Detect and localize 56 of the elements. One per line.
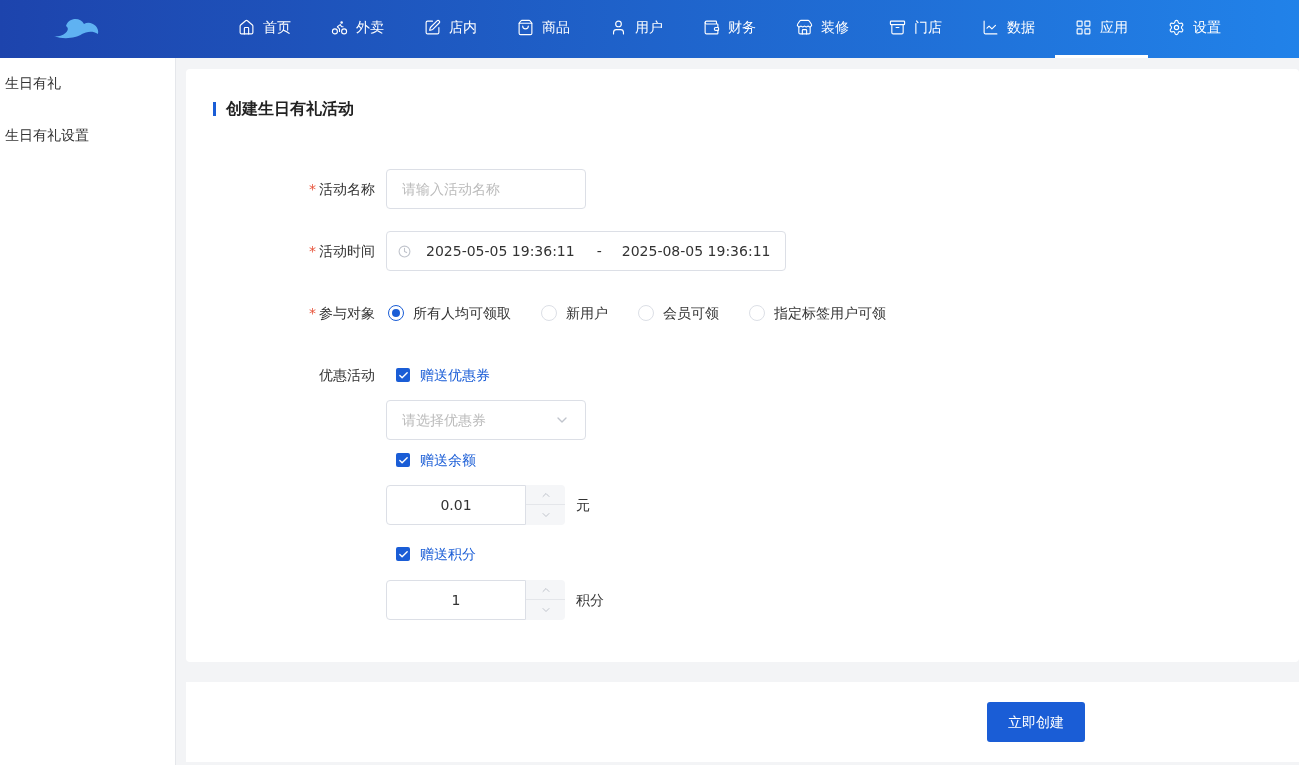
sidebar-item[interactable]: 生日有礼 bbox=[0, 73, 175, 125]
nav-tab[interactable]: 装修 bbox=[776, 0, 869, 58]
user-icon bbox=[610, 19, 627, 36]
pen-square-icon bbox=[424, 19, 441, 36]
house-icon bbox=[238, 19, 255, 36]
number-input[interactable]: 1 bbox=[386, 580, 526, 620]
required-mark: * bbox=[309, 303, 316, 323]
checkbox[interactable] bbox=[396, 547, 410, 561]
line-chart-icon bbox=[982, 19, 999, 36]
required-mark: * bbox=[309, 179, 316, 199]
settings-icon bbox=[1168, 19, 1185, 36]
radio-label: 指定标签用户可领 bbox=[774, 303, 886, 323]
title-accent-bar bbox=[213, 102, 216, 116]
unit-label: 元 bbox=[576, 495, 590, 515]
nav-tab[interactable]: 商品 bbox=[497, 0, 590, 58]
checkbox-label: 赠送余额 bbox=[420, 450, 476, 470]
nav-tab[interactable]: 设置 bbox=[1148, 0, 1241, 58]
start-date: 2025-05-05 19:36:11 bbox=[426, 241, 575, 261]
checkbox[interactable] bbox=[396, 368, 410, 382]
input-field[interactable]: 请输入活动名称 bbox=[386, 169, 586, 209]
field-label: 参与对象 bbox=[319, 303, 375, 323]
storefront-icon bbox=[796, 19, 813, 36]
wallet-icon bbox=[703, 19, 720, 36]
radio-label: 所有人均可领取 bbox=[413, 303, 511, 323]
create-button[interactable]: 立即创建 bbox=[987, 702, 1085, 742]
nav-tab[interactable]: 门店 bbox=[869, 0, 962, 58]
clock-icon bbox=[398, 244, 411, 258]
radio-button[interactable] bbox=[388, 305, 404, 321]
number-input[interactable]: 0.01 bbox=[386, 485, 526, 525]
checkbox-label: 赠送积分 bbox=[420, 544, 476, 564]
nav-tab[interactable]: 数据 bbox=[962, 0, 1055, 58]
radio-label: 新用户 bbox=[566, 303, 608, 323]
nav-tab[interactable]: 用户 bbox=[590, 0, 683, 58]
unit-label: 积分 bbox=[576, 590, 604, 610]
field-label: 活动时间 bbox=[319, 241, 375, 261]
checkbox-label: 赠送优惠券 bbox=[420, 365, 490, 385]
nav-tab[interactable]: 财务 bbox=[683, 0, 776, 58]
box-icon bbox=[889, 19, 906, 36]
radio-label: 会员可领 bbox=[663, 303, 719, 323]
nav-tab[interactable]: 店内 bbox=[404, 0, 497, 58]
end-date: 2025-08-05 19:36:11 bbox=[621, 241, 771, 261]
range-separator: - bbox=[596, 241, 602, 261]
field-label: 活动名称 bbox=[319, 179, 375, 199]
checkbox[interactable] bbox=[396, 453, 410, 467]
form-title: 创建生日有礼活动 bbox=[226, 98, 354, 120]
required-mark: * bbox=[309, 241, 316, 261]
nav-tab[interactable]: 首页 bbox=[218, 0, 311, 58]
field-label: 优惠活动 bbox=[319, 365, 375, 385]
bag-icon bbox=[517, 19, 534, 36]
select-placeholder: 请选择优惠券 bbox=[402, 410, 486, 430]
grid-icon bbox=[1075, 19, 1092, 36]
sidebar-item[interactable]: 生日有礼设置 bbox=[0, 125, 175, 177]
nav-tab[interactable]: 应用 bbox=[1055, 0, 1148, 58]
nav-tab[interactable]: 外卖 bbox=[311, 0, 404, 58]
date-range-field[interactable]: 2025-05-05 19:36:11 - 2025-08-05 19:36:11 bbox=[386, 231, 786, 271]
bike-icon bbox=[331, 19, 348, 36]
